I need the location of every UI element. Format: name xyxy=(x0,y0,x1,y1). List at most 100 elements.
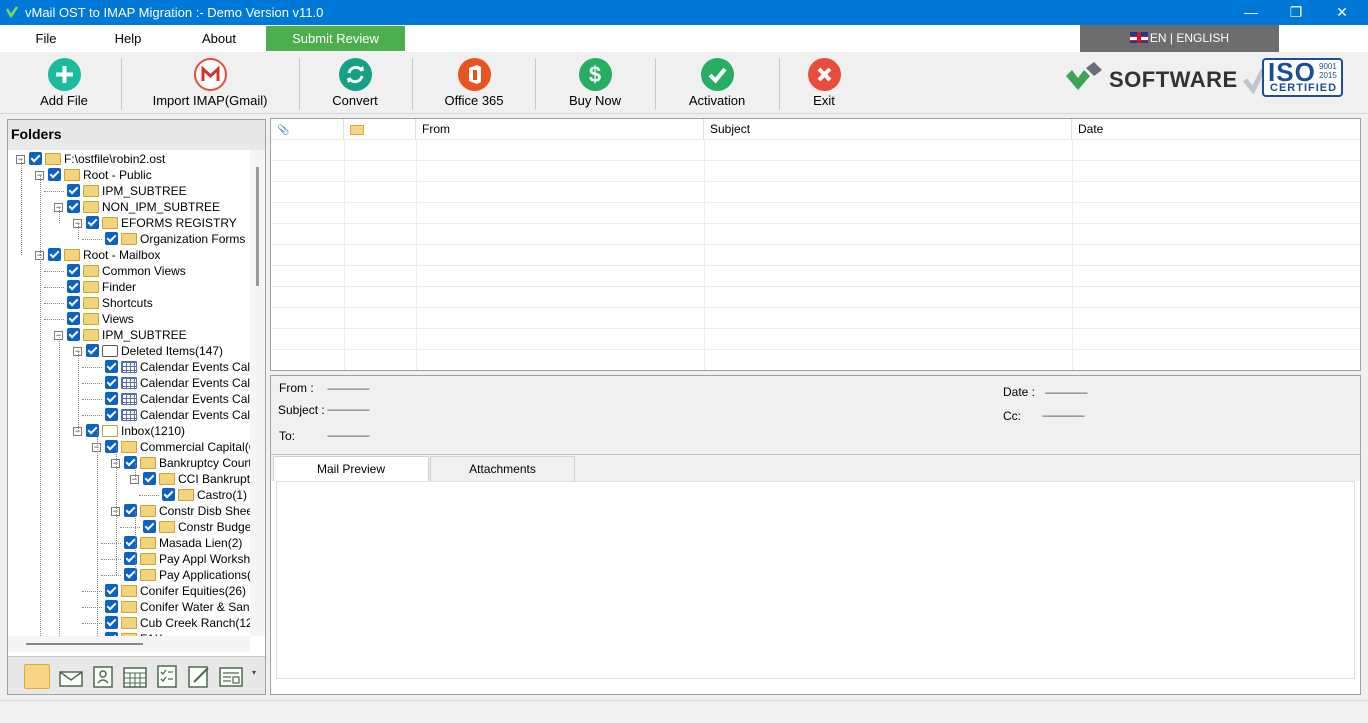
checkbox[interactable] xyxy=(86,344,99,357)
tree-node[interactable]: −CCI Bankruptcy xyxy=(8,471,250,487)
checkbox[interactable] xyxy=(67,328,80,341)
tree-node[interactable]: − Inbox(1210) xyxy=(8,423,250,439)
minimize-button[interactable]: — xyxy=(1228,0,1274,25)
checkbox[interactable] xyxy=(105,232,118,245)
activation-button[interactable]: Activation xyxy=(678,56,756,112)
tree-node[interactable]: Cub Creek Ranch(12) xyxy=(8,615,250,631)
checkbox[interactable] xyxy=(105,360,118,373)
buy-now-button[interactable]: $ Buy Now xyxy=(558,56,632,112)
checkbox[interactable] xyxy=(67,200,80,213)
tree-node[interactable]: Pay Applications(35 xyxy=(8,567,250,583)
table-row[interactable] xyxy=(271,139,1360,140)
tree-node[interactable]: Conifer Equities(26) xyxy=(8,583,250,599)
table-row[interactable] xyxy=(271,286,1360,287)
column-from[interactable]: From xyxy=(416,119,704,139)
checkbox[interactable] xyxy=(105,584,118,597)
table-row[interactable] xyxy=(271,244,1360,245)
contacts-view-icon[interactable] xyxy=(90,664,116,689)
menu-file[interactable]: File xyxy=(22,25,70,52)
vertical-scrollbar[interactable] xyxy=(250,150,265,636)
close-window-button[interactable]: ✕ xyxy=(1319,0,1365,25)
maximize-button[interactable]: ❐ xyxy=(1273,0,1319,25)
checkbox[interactable] xyxy=(67,264,80,277)
tree-node[interactable]: Conifer Water & Sanitat xyxy=(8,599,250,615)
tree-node[interactable]: − EFORMS REGISTRY xyxy=(8,215,250,231)
tab-attachments[interactable]: Attachments xyxy=(430,456,575,481)
checkbox[interactable] xyxy=(143,520,156,533)
checkbox[interactable] xyxy=(67,280,80,293)
table-row[interactable] xyxy=(271,202,1360,203)
tasks-view-icon[interactable] xyxy=(154,664,180,689)
tree-node[interactable]: − Deleted Items(147) xyxy=(8,343,250,359)
checkbox[interactable] xyxy=(105,616,118,629)
checkbox[interactable] xyxy=(29,152,42,165)
mail-view-icon[interactable] xyxy=(58,664,84,689)
exit-button[interactable]: Exit xyxy=(800,56,848,112)
tree-node[interactable]: Calendar Events Calen xyxy=(8,375,250,391)
message-list[interactable]: 📎 From Subject Date xyxy=(270,118,1361,371)
tree-node[interactable]: −Constr Disb Sheets xyxy=(8,503,250,519)
tree-node[interactable]: Calendar Events Calen xyxy=(8,407,250,423)
checkbox[interactable] xyxy=(48,168,61,181)
column-subject[interactable]: Subject xyxy=(704,119,1072,139)
language-selector[interactable]: EN | ENGLISH xyxy=(1080,25,1279,52)
horizontal-scrollbar[interactable] xyxy=(8,636,250,652)
import-imap-button[interactable]: Import IMAP(Gmail) xyxy=(140,56,280,112)
table-row[interactable] xyxy=(271,328,1360,329)
tree-node[interactable]: Common Views xyxy=(8,263,250,279)
checkbox[interactable] xyxy=(105,392,118,405)
tree-node[interactable]: IPM_SUBTREE xyxy=(8,183,250,199)
table-row[interactable] xyxy=(271,181,1360,182)
tree-node[interactable]: − IPM_SUBTREE xyxy=(8,327,250,343)
calendar-view-icon[interactable] xyxy=(122,664,148,689)
table-row[interactable] xyxy=(271,160,1360,161)
notes-view-icon[interactable] xyxy=(186,664,212,689)
tree-node[interactable]: − Root - Mailbox xyxy=(8,247,250,263)
tree-node[interactable]: Finder xyxy=(8,279,250,295)
tab-mail-preview[interactable]: Mail Preview xyxy=(273,456,429,481)
tree-node[interactable]: − Commercial Capital(6) xyxy=(8,439,250,455)
checkbox[interactable] xyxy=(67,296,80,309)
tree-node[interactable]: Masada Lien(2) xyxy=(8,535,250,551)
table-row[interactable] xyxy=(271,223,1360,224)
tree-node[interactable]: Pay Appl Workshe xyxy=(8,551,250,567)
overflow-chevron-icon[interactable]: ▾ xyxy=(252,668,256,677)
tree-node[interactable]: Organization Forms xyxy=(8,231,250,247)
folder-tree[interactable]: − F:\ostfile\robin2.ost − Root - Public IPM_… xyxy=(8,150,250,636)
checkbox[interactable] xyxy=(86,216,99,229)
table-row[interactable] xyxy=(271,349,1360,350)
table-row[interactable] xyxy=(271,307,1360,308)
checkbox[interactable] xyxy=(143,472,156,485)
checkbox[interactable] xyxy=(48,248,61,261)
checkbox[interactable] xyxy=(105,408,118,421)
tree-node[interactable]: Calendar Events Calen xyxy=(8,391,250,407)
tree-node[interactable]: Views xyxy=(8,311,250,327)
tree-node[interactable]: Constr Budget xyxy=(8,519,250,535)
menu-help[interactable]: Help xyxy=(104,25,152,52)
tree-node[interactable]: Calendar Events Calen xyxy=(8,359,250,375)
convert-button[interactable]: Convert xyxy=(318,56,392,112)
tree-node[interactable]: Shortcuts xyxy=(8,295,250,311)
table-row[interactable] xyxy=(271,265,1360,266)
column-attachment[interactable]: 📎 xyxy=(271,119,344,139)
submit-review-button[interactable]: Submit Review xyxy=(266,26,405,51)
column-date[interactable]: Date xyxy=(1072,119,1360,139)
scroll-thumb[interactable] xyxy=(26,643,143,645)
tree-node[interactable]: − NON_IPM_SUBTREE xyxy=(8,199,250,215)
checkbox[interactable] xyxy=(105,376,118,389)
checkbox[interactable] xyxy=(105,600,118,613)
journal-view-icon[interactable] xyxy=(218,664,244,689)
tree-node[interactable]: − F:\ostfile\robin2.ost xyxy=(8,151,250,167)
checkbox[interactable] xyxy=(162,488,175,501)
column-flag[interactable] xyxy=(344,119,416,139)
folder-view-icon[interactable] xyxy=(24,664,50,689)
checkbox[interactable] xyxy=(67,184,80,197)
tree-node[interactable]: Castro(1) xyxy=(8,487,250,503)
office365-button[interactable]: Office 365 xyxy=(436,56,512,112)
tree-node[interactable]: − Root - Public xyxy=(8,167,250,183)
add-file-button[interactable]: Add File xyxy=(24,56,104,112)
scroll-thumb[interactable] xyxy=(256,167,259,286)
checkbox[interactable] xyxy=(67,312,80,325)
tree-node[interactable]: −Bankruptcy Court(5 xyxy=(8,455,250,471)
menu-about[interactable]: About xyxy=(190,25,248,52)
